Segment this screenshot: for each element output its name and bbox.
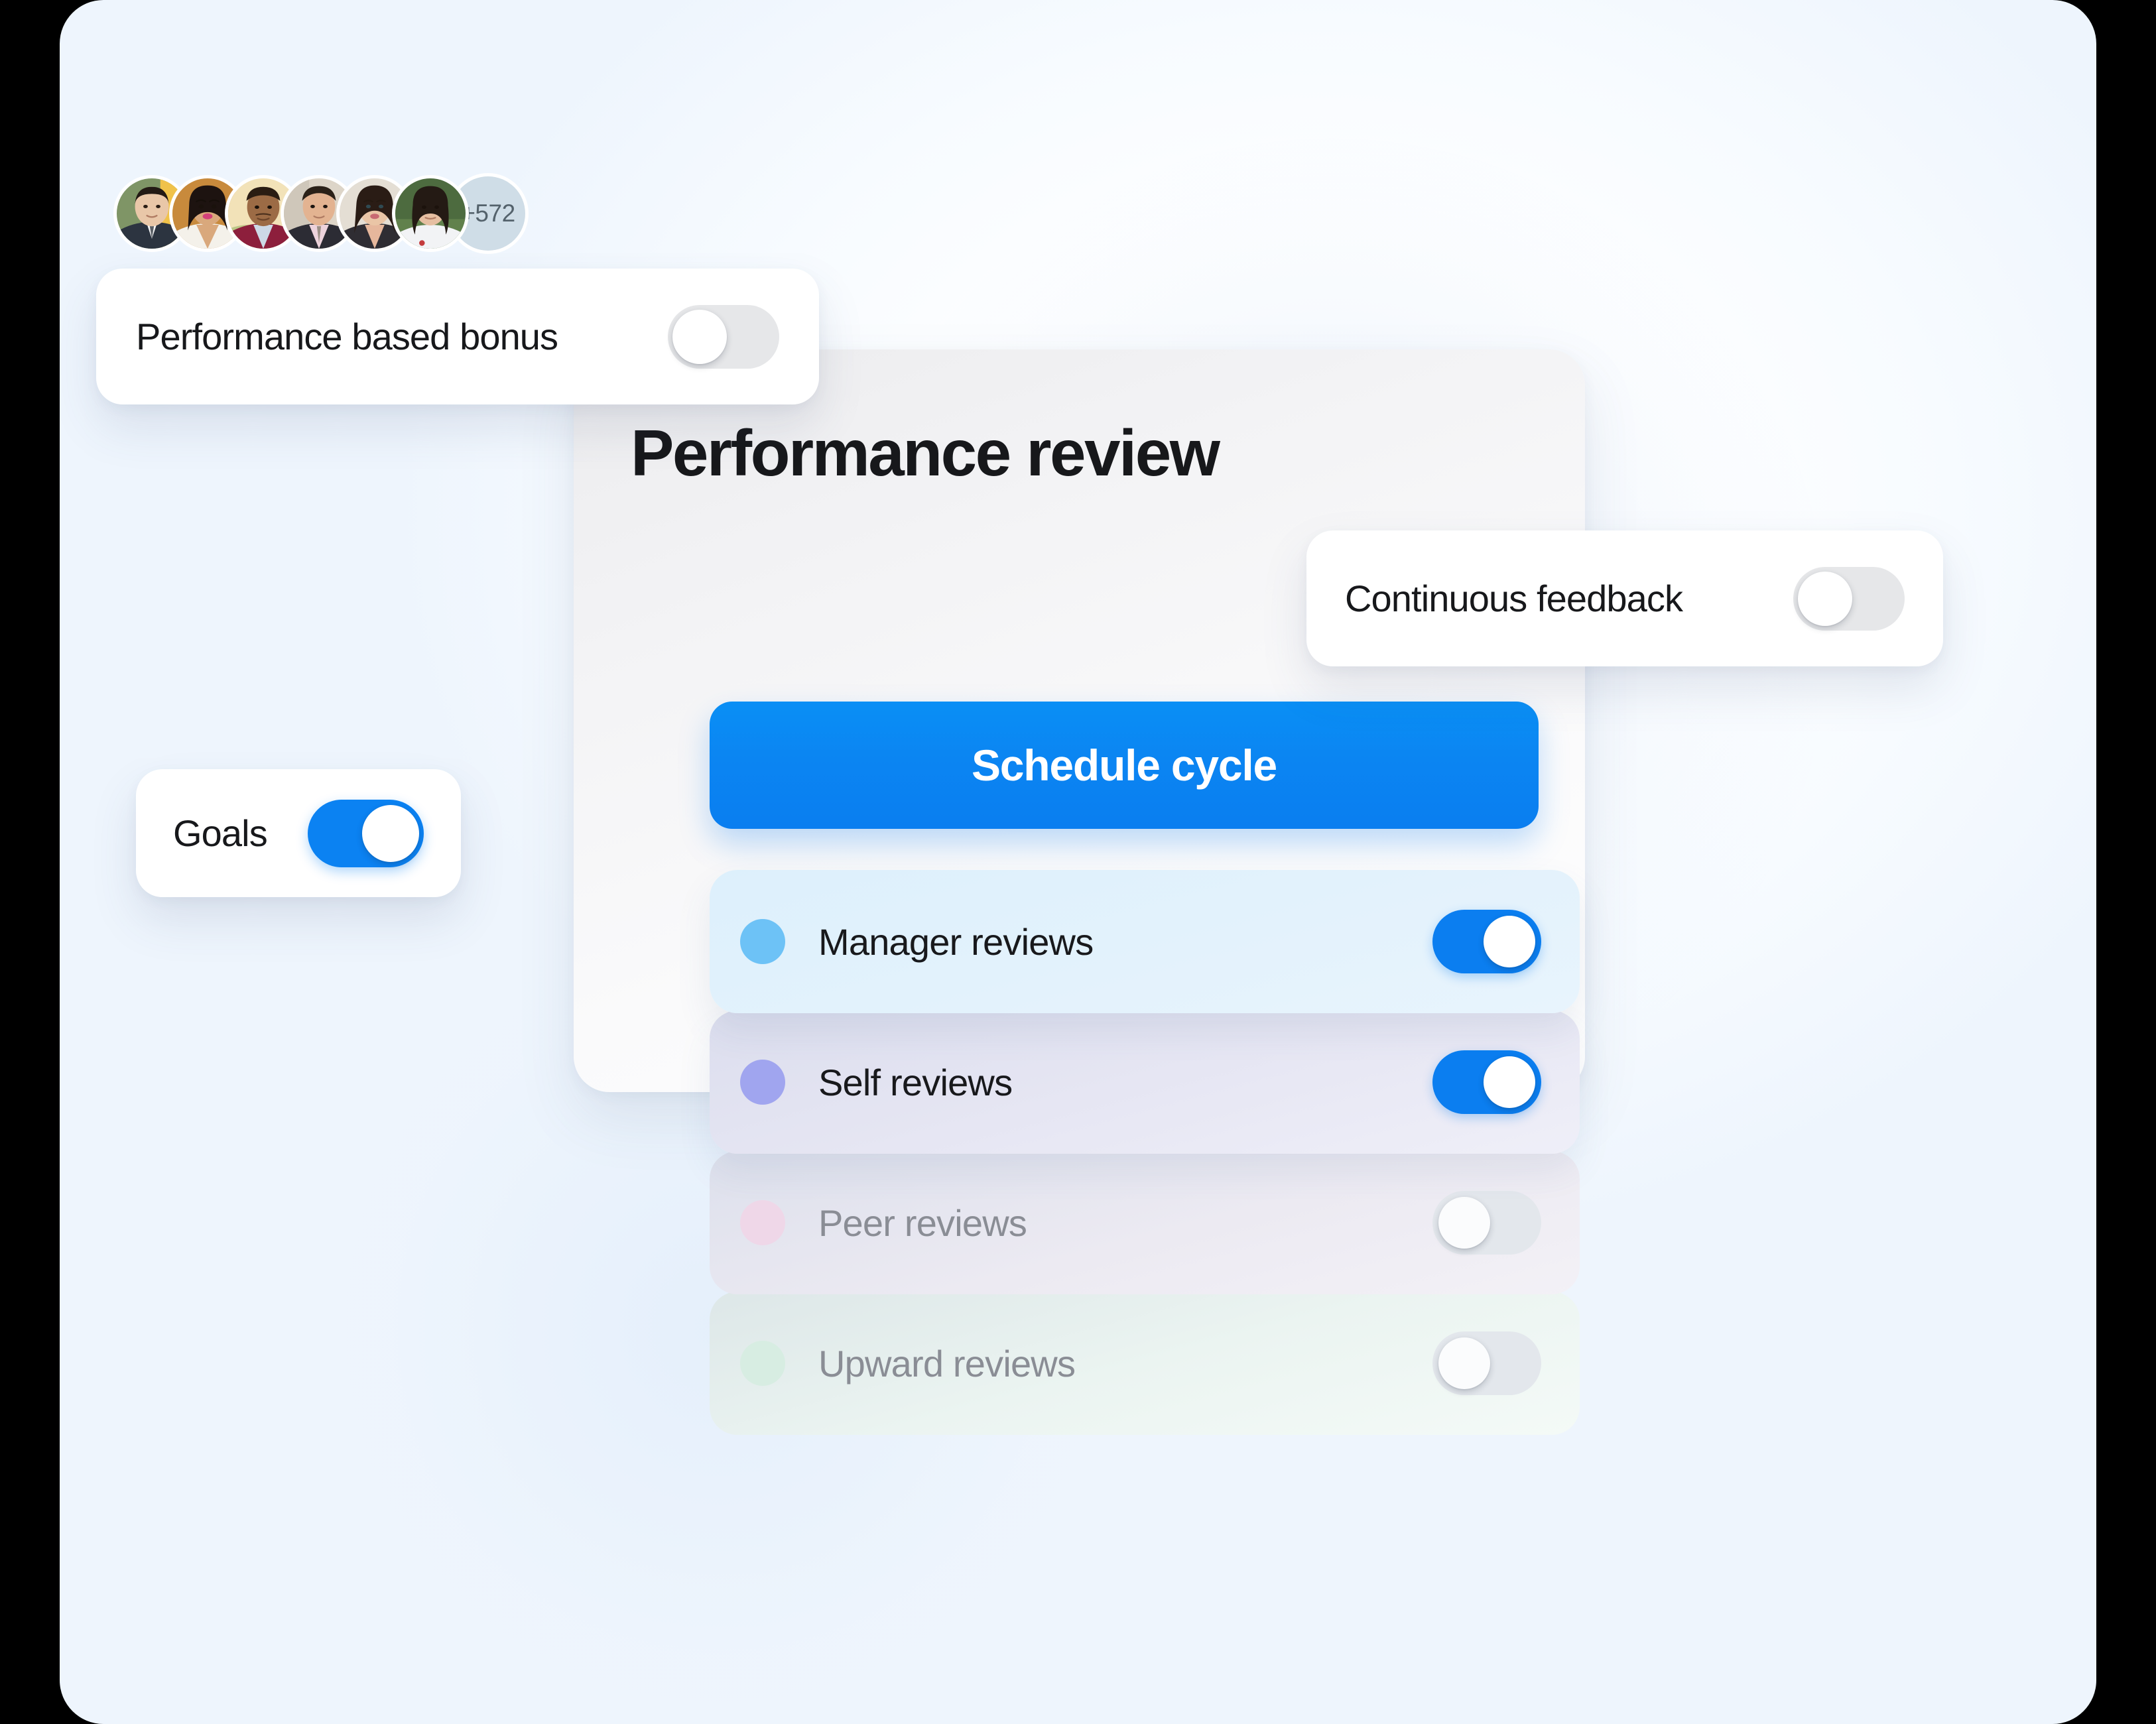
goals-label: Goals	[173, 812, 268, 854]
option-label: Upward reviews	[818, 1342, 1076, 1385]
option-row-self-reviews[interactable]: Self reviews	[710, 1011, 1580, 1154]
goals-card[interactable]: Goals	[136, 769, 461, 897]
manager-reviews-color-dot	[740, 919, 785, 964]
toggle-knob-icon	[1484, 1056, 1535, 1108]
performance-based-bonus-label: Performance based bonus	[136, 316, 558, 357]
option-row-manager-reviews[interactable]: Manager reviews	[710, 870, 1580, 1013]
toggle-knob-icon	[362, 804, 419, 862]
review-options-list: Manager reviews Self reviews Peer review…	[710, 870, 1580, 1435]
avatar[interactable]	[395, 178, 466, 249]
option-label: Manager reviews	[818, 920, 1094, 963]
toggle-knob-icon	[1438, 1197, 1490, 1249]
self-reviews-color-dot	[740, 1060, 785, 1105]
toggle-knob-icon	[1798, 571, 1852, 626]
performance-based-bonus-toggle[interactable]	[668, 304, 779, 369]
schedule-cycle-button[interactable]: Schedule cycle	[710, 702, 1539, 829]
option-row-upward-reviews[interactable]: Upward reviews	[710, 1292, 1580, 1435]
upward-reviews-toggle[interactable]	[1432, 1331, 1541, 1395]
toggle-knob-icon	[1484, 916, 1535, 967]
performance-based-bonus-card[interactable]: Performance based bonus	[96, 269, 819, 404]
page-title: Performance review	[631, 416, 1220, 489]
continuous-feedback-toggle[interactable]	[1793, 566, 1905, 631]
avatar-group[interactable]: +572	[117, 176, 525, 251]
peer-reviews-toggle[interactable]	[1432, 1191, 1541, 1255]
option-row-peer-reviews[interactable]: Peer reviews	[710, 1151, 1580, 1294]
stage-canvas: Performance review +572 Schedule cycle M…	[60, 0, 2096, 1724]
toggle-knob-icon	[672, 309, 727, 364]
peer-reviews-color-dot	[740, 1200, 785, 1245]
option-label: Self reviews	[818, 1061, 1013, 1103]
toggle-knob-icon	[1438, 1337, 1490, 1389]
self-reviews-toggle[interactable]	[1432, 1050, 1541, 1114]
continuous-feedback-card[interactable]: Continuous feedback	[1306, 530, 1943, 666]
option-label: Peer reviews	[818, 1201, 1027, 1244]
continuous-feedback-label: Continuous feedback	[1345, 578, 1683, 619]
manager-reviews-toggle[interactable]	[1432, 910, 1541, 973]
goals-toggle[interactable]	[308, 799, 424, 867]
schedule-cycle-label: Schedule cycle	[971, 741, 1277, 790]
upward-reviews-color-dot	[740, 1341, 785, 1386]
